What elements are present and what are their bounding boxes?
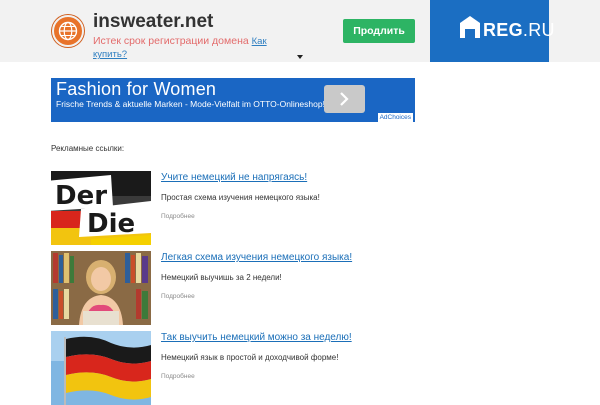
ad-more-link[interactable]: Подробнее (161, 213, 195, 220)
renew-button[interactable]: Продлить (343, 19, 415, 43)
carousel-dots (171, 114, 187, 122)
registrar-logo-name: REG (483, 20, 523, 40)
ad-description: Немецкий выучишь за 2 недели! (161, 273, 282, 282)
student-library-image[interactable] (51, 251, 151, 325)
top-bar: insweater.net Истек срок регистрации дом… (0, 0, 600, 62)
banner-subtitle: Frische Trends & aktuelle Marken - Mode-… (56, 99, 325, 109)
ad-more-link[interactable]: Подробнее (161, 373, 195, 380)
ad-item: Так выучить немецкий можно за неделю! Не… (51, 331, 411, 405)
ad-item: Der Die Учите немецкий не напрягаясь! Пр… (51, 171, 411, 245)
chevron-right-icon (340, 92, 349, 106)
svg-text:Der: Der (55, 181, 107, 211)
dropdown-arrow-icon[interactable] (297, 55, 303, 59)
globe-icon (52, 15, 84, 47)
registrar-logo[interactable]: REG.RU (430, 0, 555, 62)
svg-text:Die: Die (87, 209, 135, 239)
banner-title: Fashion for Women (56, 79, 217, 99)
ad-title-link[interactable]: Учите немецкий не напрягаясь! (161, 172, 307, 183)
banner-next-button[interactable] (324, 85, 365, 113)
registrar-logo-suffix: .RU (522, 20, 555, 40)
ad-description: Немецкий язык в простой и доходчивой фор… (161, 353, 339, 362)
ad-title-link[interactable]: Так выучить немецкий можно за неделю! (161, 332, 352, 343)
ad-item: Легкая схема изучения немецкого языка! Н… (51, 251, 411, 325)
der-die-das-image[interactable]: Der Die (51, 171, 151, 245)
ad-more-link[interactable]: Подробнее (161, 293, 195, 300)
house-icon (460, 16, 480, 38)
banner-ad[interactable]: Fashion for Women Frische Trends & aktue… (51, 78, 415, 122)
domain-name: insweater.net (93, 11, 214, 32)
adchoices-badge[interactable]: AdChoices (377, 113, 413, 122)
expired-text: Истек срок регистрации домена (93, 35, 249, 47)
expired-notice: Истек срок регистрации домена Как купить… (93, 35, 283, 61)
german-flag-image[interactable] (51, 331, 151, 405)
ads-label: Рекламные ссылки: (51, 144, 125, 153)
ad-title-link[interactable]: Легкая схема изучения немецкого языка! (161, 252, 352, 263)
ad-description: Простая схема изучения немецкого языка! (161, 193, 320, 202)
